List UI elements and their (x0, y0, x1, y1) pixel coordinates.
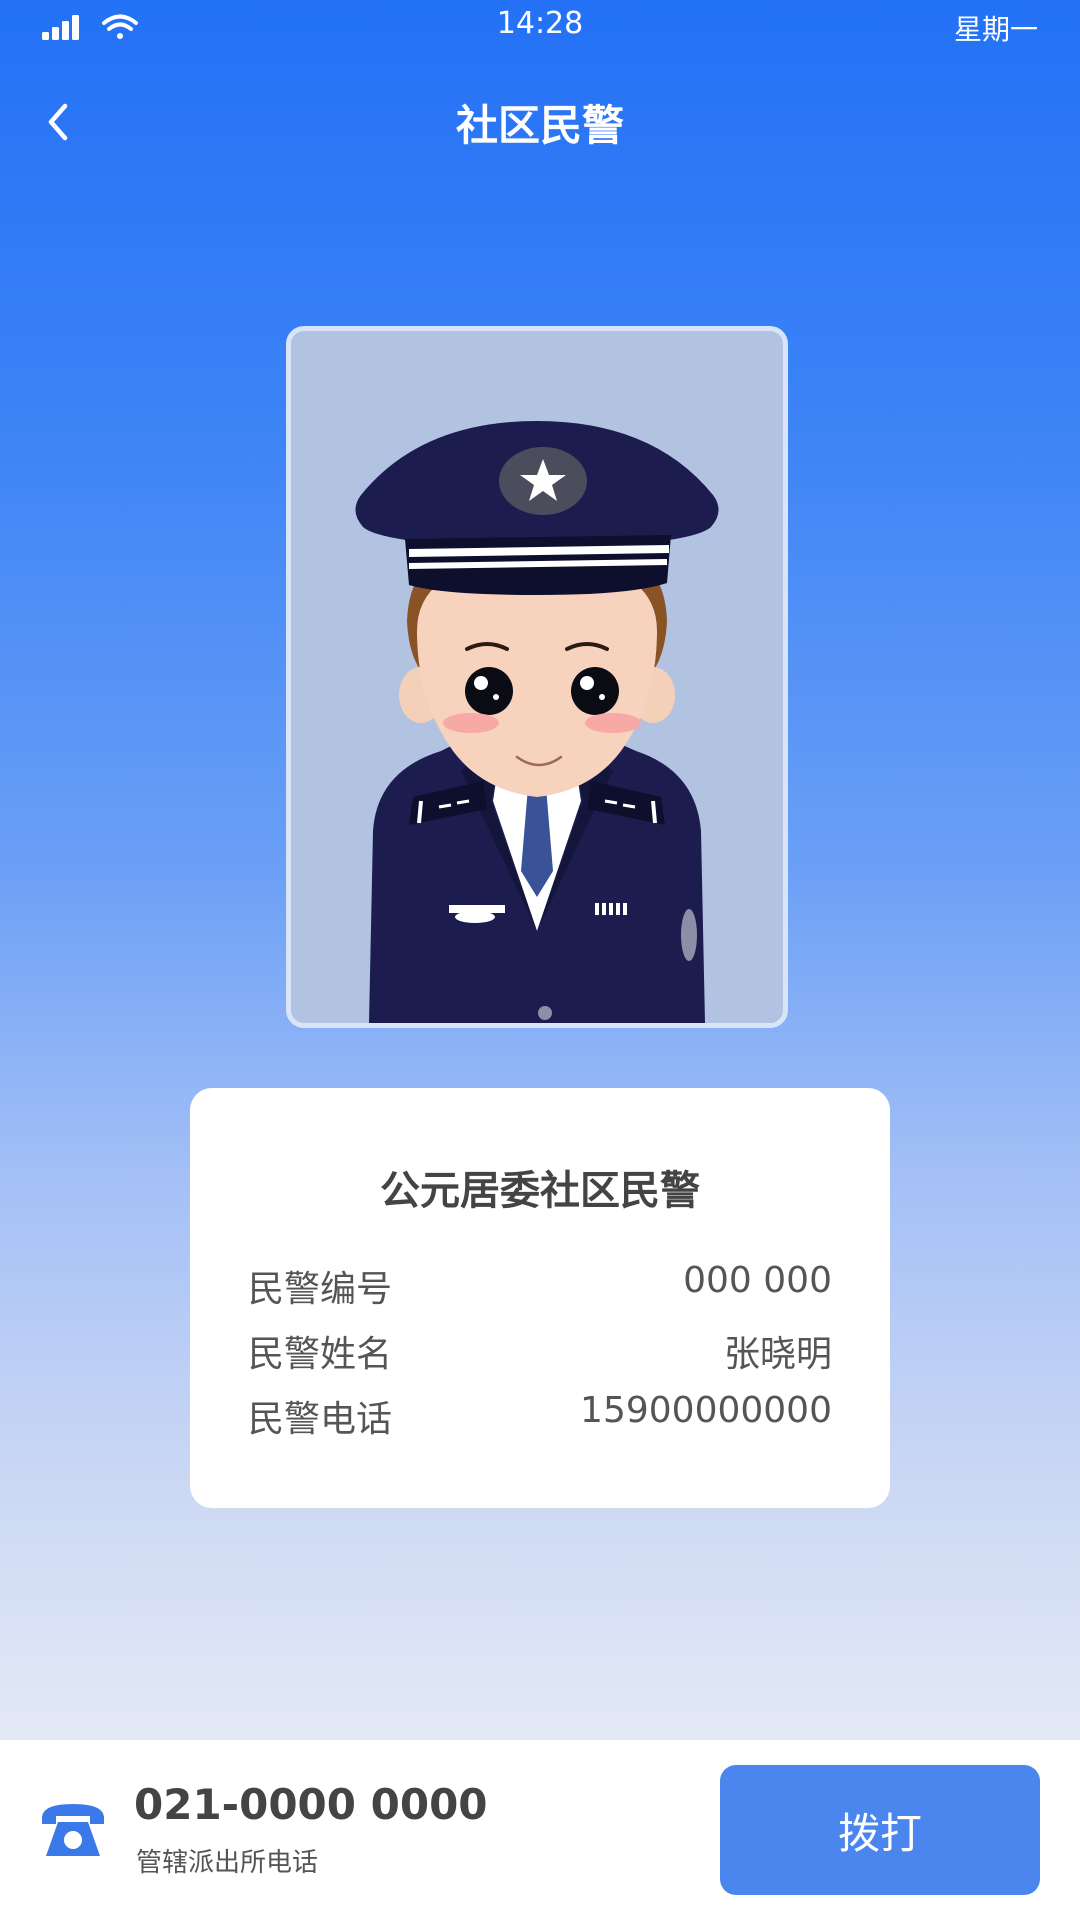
officer-phone-label: 民警电话 (248, 1399, 393, 1440)
telephone-icon (38, 1800, 108, 1864)
officer-info-card: 公元居委社区民警 民警编号 000 000 民警姓名 张晓明 民警电话 1590… (190, 1088, 890, 1508)
page-title: 社区民警 (455, 101, 624, 150)
status-day: 星期一 (953, 13, 1038, 46)
officer-id-row: 民警编号 000 000 (248, 1260, 832, 1320)
bottom-bar: 021-0000 0000 管辖派出所电话 拨打 (0, 1740, 1080, 1920)
officer-phone-row: 民警电话 15900000000 (248, 1390, 832, 1450)
officer-id-value: 000 000 (683, 1260, 832, 1301)
officer-phone-value: 15900000000 (580, 1390, 832, 1431)
card-title: 公元居委社区民警 (380, 1168, 700, 1214)
call-button[interactable]: 拨打 (720, 1765, 1040, 1895)
officer-name-label: 民警姓名 (248, 1334, 393, 1375)
officer-name-row: 民警姓名 张晓明 (248, 1325, 832, 1385)
officer-name-value: 张晓明 (723, 1334, 832, 1375)
police-portrait (286, 326, 788, 1028)
officer-id-label: 民警编号 (248, 1269, 393, 1310)
status-bar: 14:28 星期一 (0, 0, 1080, 56)
station-phone-number: 021-0000 0000 (134, 1780, 488, 1829)
status-time: 14:28 (496, 6, 584, 41)
nav-bar: 社区民警 (0, 70, 1080, 170)
station-phone-label: 管辖派出所电话 (136, 1848, 319, 1878)
